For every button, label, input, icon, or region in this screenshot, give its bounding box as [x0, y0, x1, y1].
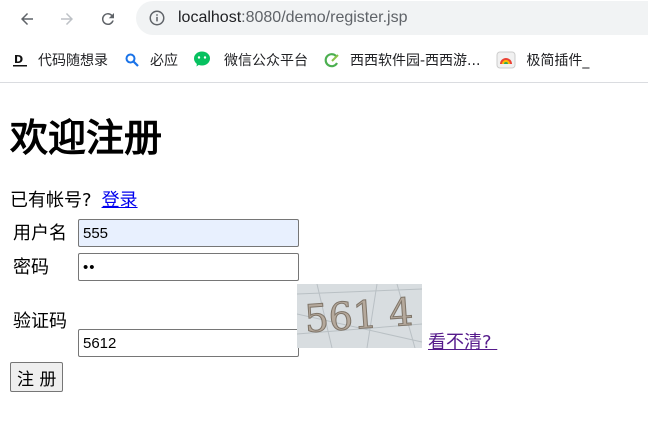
address-bar[interactable]: localhost:8080/demo/register.jsp [136, 1, 648, 35]
jijian-plugin-icon [496, 51, 516, 69]
bookmark-xixi[interactable]: 西西软件园-西西游... [316, 46, 488, 74]
captcha-input[interactable]: 5612 [78, 329, 299, 357]
arrow-right-icon [61, 13, 73, 25]
daimasuixianglu-icon: D [12, 52, 28, 68]
captcha-image[interactable]: 561 4 [296, 283, 423, 349]
page-title: 欢迎注册 [10, 116, 163, 160]
wechat-icon [194, 51, 214, 69]
bookmark-bing[interactable]: 必应 [116, 46, 186, 74]
back-button[interactable] [12, 4, 42, 34]
xixi-icon [324, 52, 340, 68]
svg-text:561 4: 561 4 [303, 290, 415, 341]
toolbar-divider [0, 82, 648, 83]
password-label: 密码 [13, 257, 49, 278]
bookmark-daimasuixianglu[interactable]: D 代码随想录 [0, 46, 116, 74]
password-input[interactable]: •• [78, 253, 299, 281]
username-input[interactable]: 555 [78, 219, 299, 247]
bookmarks-bar: D 代码随想录 必应 微信公众平台 西西软件园-西西游... 极简插件_ [0, 42, 648, 78]
reload-icon [101, 13, 114, 26]
login-link[interactable]: 登录 [102, 190, 138, 211]
forward-button[interactable] [52, 4, 82, 34]
captcha-label: 验证码 [13, 311, 67, 332]
info-icon[interactable] [148, 9, 166, 27]
browser-toolbar: localhost:8080/demo/register.jsp [0, 0, 648, 38]
url-text: localhost:8080/demo/register.jsp [178, 9, 408, 26]
svg-text:D: D [14, 53, 23, 66]
register-submit-button[interactable]: 注 册 [10, 362, 64, 392]
bookmark-jijian[interactable]: 极简插件_ [488, 46, 597, 74]
have-account-text: 已有帐号? [10, 190, 92, 211]
login-prompt: 已有帐号? 登录 [10, 188, 138, 214]
reload-button[interactable] [93, 4, 123, 34]
bookmark-wechat[interactable]: 微信公众平台 [186, 46, 316, 74]
username-label: 用户名 [13, 223, 67, 244]
captcha-refresh-link[interactable]: 看不清? [428, 328, 497, 354]
bing-search-icon [124, 52, 140, 68]
arrow-left-icon [21, 13, 33, 25]
